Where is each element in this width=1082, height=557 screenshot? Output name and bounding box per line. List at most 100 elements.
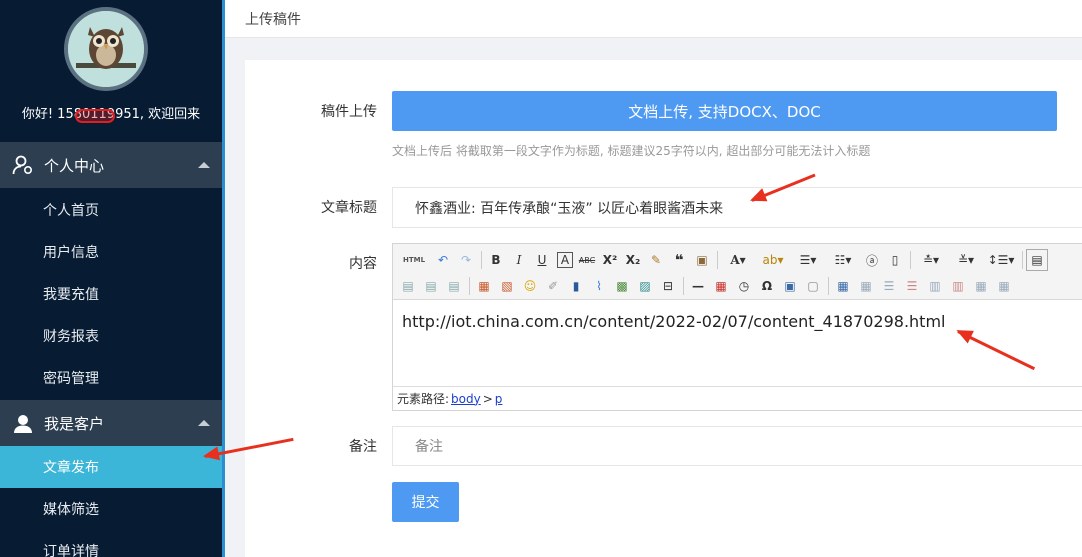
delete-col-icon[interactable]: ▥ [947, 275, 969, 297]
insert-col-icon[interactable]: ▥ [924, 275, 946, 297]
sidebar-divider [222, 0, 225, 557]
sidebar-item-media-filter[interactable]: 媒体筛选 [0, 488, 222, 530]
paste-text-icon[interactable]: ▣ [691, 249, 713, 271]
element-path-bar: 元素路径: body > p [393, 386, 1082, 410]
sidebar: 你好! 1580119951, 欢迎回来 个人中心 个人首页 用户信息 我要充值… [0, 0, 222, 557]
clear-doc-icon[interactable]: ▯ [884, 249, 906, 271]
map-icon[interactable]: ▩ [611, 275, 633, 297]
redaction-mark [75, 109, 116, 123]
video-icon[interactable]: ▮ [565, 275, 587, 297]
attachment-icon[interactable]: ⌇ [588, 275, 610, 297]
sidebar-item-recharge[interactable]: 我要充值 [0, 273, 222, 315]
row-spacing-top-icon[interactable]: ≛▾ [914, 249, 948, 271]
delete-table-icon[interactable]: ▦ [855, 275, 877, 297]
horizontal-rule-icon[interactable]: — [687, 275, 709, 297]
line-height-icon[interactable]: ↕☰▾ [984, 249, 1018, 271]
upload-form: 稿件上传 文档上传, 支持DOCX、DOC 文档上传后 将截取第一段文字作为标题… [245, 60, 1082, 557]
sidebar-item-personal-home[interactable]: 个人首页 [0, 189, 222, 231]
emoji-icon[interactable]: ☺ [519, 275, 541, 297]
pagebreak-icon[interactable]: ⊟ [657, 275, 679, 297]
chevron-up-icon [198, 420, 210, 426]
element-path-separator: > [482, 391, 493, 406]
upload-label: 稿件上传 [321, 104, 377, 120]
sidebar-item-finance-report[interactable]: 财务报表 [0, 315, 222, 357]
bold-icon[interactable]: B [485, 249, 507, 271]
chevron-up-icon [198, 162, 210, 168]
sidebar-item-order-details[interactable]: 订单详情 [0, 530, 222, 557]
editor-content[interactable]: http://iot.china.com.cn/content/2022-02/… [402, 312, 945, 331]
undo-icon[interactable]: ↶ [432, 249, 454, 271]
template-icon[interactable]: ▣ [779, 275, 801, 297]
sidebar-item-user-info[interactable]: 用户信息 [0, 231, 222, 273]
format-brush-icon[interactable]: ✎ [645, 249, 667, 271]
owl-avatar-icon [68, 11, 144, 87]
page-header: 上传稿件 [225, 0, 1082, 38]
row-spacing-bottom-icon[interactable]: ≚▾ [949, 249, 983, 271]
more-icon[interactable]: ▤ [1026, 249, 1048, 271]
greeting-prefix: 你好! [21, 107, 58, 122]
unordered-list-icon[interactable]: ☷▾ [826, 249, 860, 271]
phone-number: 1580119951 [57, 107, 140, 123]
toolbar-separator [469, 277, 470, 295]
font-color-icon[interactable]: A ▾ [721, 249, 755, 271]
sidebar-section-customer[interactable]: 我是客户 [0, 400, 222, 446]
page-title: 上传稿件 [245, 11, 301, 28]
sidebar-section-personal-center[interactable]: 个人中心 [0, 142, 222, 188]
date-icon[interactable]: ▦ [710, 275, 732, 297]
toolbar-separator [1022, 251, 1023, 269]
customer-headset-icon [12, 412, 34, 434]
article-title-input[interactable]: 怀鑫酒业: 百年传承酿“玉液” 以匠心着眼酱酒未来 [392, 187, 1082, 228]
font-border-icon[interactable]: A [557, 252, 573, 268]
insert-row-icon[interactable]: ☰ [878, 275, 900, 297]
sidebar-item-password[interactable]: 密码管理 [0, 357, 222, 399]
toolbar-separator [481, 251, 482, 269]
sidebar-section-label: 个人中心 [44, 156, 105, 175]
submit-button[interactable]: 提交 [392, 482, 459, 522]
blockquote-icon[interactable]: ❝ [668, 249, 690, 271]
align-right-icon[interactable]: ▤ [420, 275, 442, 297]
welcome-text: 你好! 1580119951, 欢迎回来 [0, 103, 222, 123]
merge-cells-icon[interactable]: ▦ [970, 275, 992, 297]
sidebar-section-label: 我是客户 [44, 414, 105, 433]
split-cells-icon[interactable]: ▦ [993, 275, 1015, 297]
sidebar-item-article-publish[interactable]: 文章发布 [0, 446, 222, 488]
article-title-value: 怀鑫酒业: 百年传承酿“玉液” 以匠心着眼酱酒未来 [415, 200, 724, 217]
align-left-icon[interactable]: ▤ [397, 275, 419, 297]
content-label: 内容 [349, 256, 377, 272]
special-char-icon[interactable]: Ω [756, 275, 778, 297]
subscript-icon[interactable]: X₂ [622, 249, 644, 271]
strikethrough-icon[interactable]: ABC [576, 249, 598, 271]
delete-row-icon[interactable]: ☰ [901, 275, 923, 297]
image-icon[interactable]: ▦ [473, 275, 495, 297]
rich-text-editor[interactable]: HTML ↶ ↷ B I U A ABC X² X₂ ✎ ❝ ▣ A ▾ ab▾… [392, 243, 1082, 411]
document-upload-button[interactable]: 文档上传, 支持DOCX、DOC [392, 91, 1057, 131]
toolbar-row-2: ▤ ▤ ▤ ▦ ▧ ☺ ✐ ▮ ⌇ ▩ ▨ ⊟ — ▦ ◷ Ω ▣ ▢ ▦ ▦ … [397, 273, 1016, 299]
toolbar-separator [828, 277, 829, 295]
align-center-icon[interactable]: ▤ [443, 275, 465, 297]
remark-input[interactable]: 备注 [392, 426, 1082, 466]
superscript-icon[interactable]: X² [599, 249, 621, 271]
time-icon[interactable]: ◷ [733, 275, 755, 297]
avatar[interactable] [64, 7, 148, 91]
title-label: 文章标题 [321, 200, 377, 216]
preview-icon[interactable]: ▢ [802, 275, 824, 297]
element-path-label: 元素路径: [397, 392, 450, 406]
redo-icon[interactable]: ↷ [455, 249, 477, 271]
highlight-icon[interactable]: ab▾ [756, 249, 790, 271]
insert-table-icon[interactable]: ▦ [832, 275, 854, 297]
image-gallery-icon[interactable]: ▧ [496, 275, 518, 297]
remark-label: 备注 [349, 439, 377, 455]
toolbar-separator [910, 251, 911, 269]
ordered-list-icon[interactable]: ☰▾ [791, 249, 825, 271]
toolbar-separator [683, 277, 684, 295]
select-all-icon[interactable]: ⓐ [861, 249, 883, 271]
element-path-body-link[interactable]: body [451, 392, 481, 406]
gmap-icon[interactable]: ▨ [634, 275, 656, 297]
source-html-icon[interactable]: HTML [397, 249, 431, 271]
editor-toolbar: HTML ↶ ↷ B I U A ABC X² X₂ ✎ ❝ ▣ A ▾ ab▾… [393, 244, 1082, 300]
greeting-suffix: , 欢迎回来 [139, 107, 201, 122]
element-path-p-link[interactable]: p [495, 392, 503, 406]
scrawl-icon[interactable]: ✐ [542, 275, 564, 297]
underline-icon[interactable]: U [531, 249, 553, 271]
italic-icon[interactable]: I [508, 249, 530, 271]
